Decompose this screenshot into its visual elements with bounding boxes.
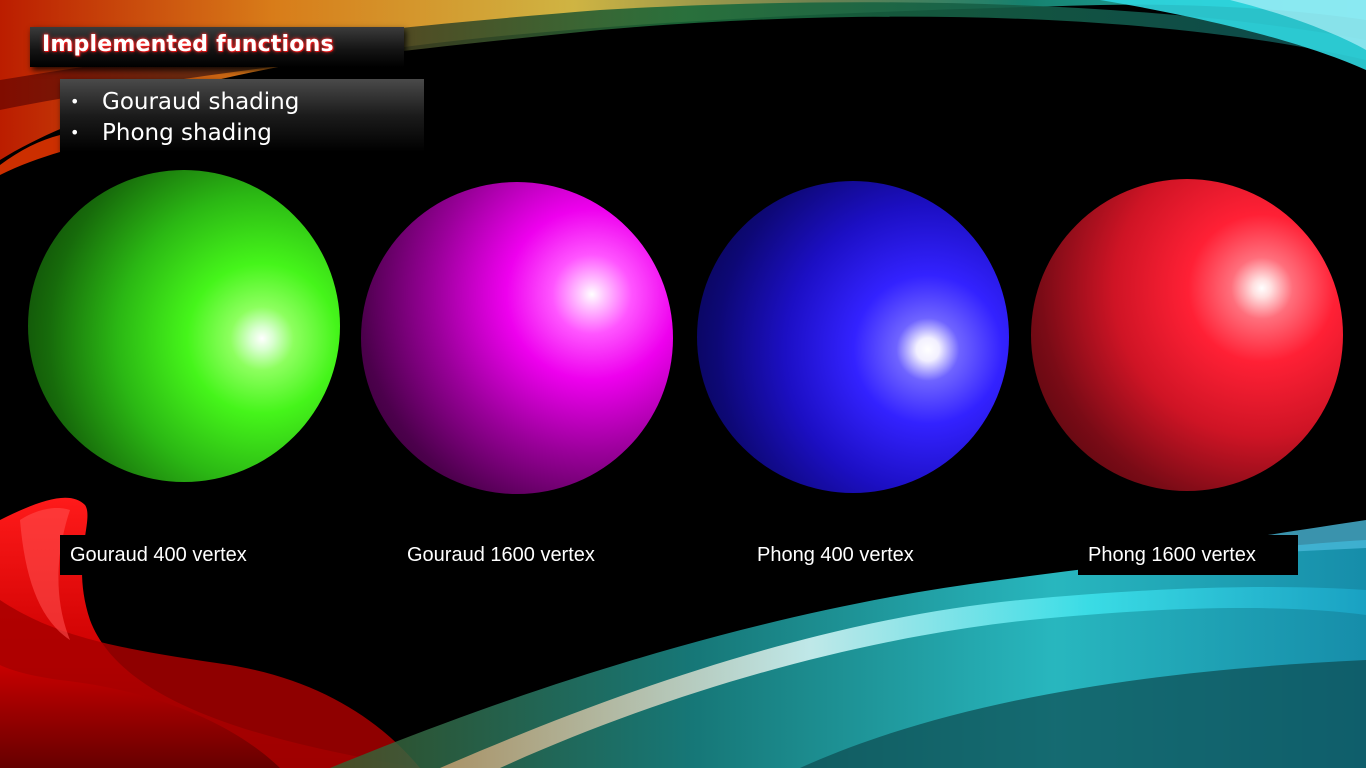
sphere-red-phong-1600 (1031, 179, 1343, 491)
slide: Implemented functions • Gouraud shading … (0, 0, 1366, 768)
bullet-item-gouraud: • Gouraud shading (70, 86, 424, 117)
title-box: Implemented functions (30, 27, 404, 67)
bullet-text: Phong shading (102, 119, 272, 146)
caption-phong-400: Phong 400 vertex (747, 535, 966, 575)
bullet-icon: • (70, 92, 80, 111)
caption-text: Phong 1600 vertex (1088, 543, 1256, 566)
sphere-blue-phong-400 (697, 181, 1009, 493)
bullet-list: • Gouraud shading • Phong shading (60, 79, 424, 152)
sphere-green-gouraud-400 (28, 170, 340, 482)
bullet-item-phong: • Phong shading (70, 117, 424, 148)
bullet-icon: • (70, 123, 80, 142)
caption-gouraud-400: Gouraud 400 vertex (60, 535, 292, 575)
caption-text: Phong 400 vertex (757, 543, 914, 566)
bullet-text: Gouraud shading (102, 88, 300, 115)
sphere-magenta-gouraud-1600 (361, 182, 673, 494)
caption-phong-1600: Phong 1600 vertex (1078, 535, 1298, 575)
slide-title: Implemented functions (42, 32, 334, 57)
caption-text: Gouraud 400 vertex (70, 543, 247, 566)
caption-text: Gouraud 1600 vertex (407, 543, 595, 566)
caption-gouraud-1600: Gouraud 1600 vertex (397, 535, 643, 575)
